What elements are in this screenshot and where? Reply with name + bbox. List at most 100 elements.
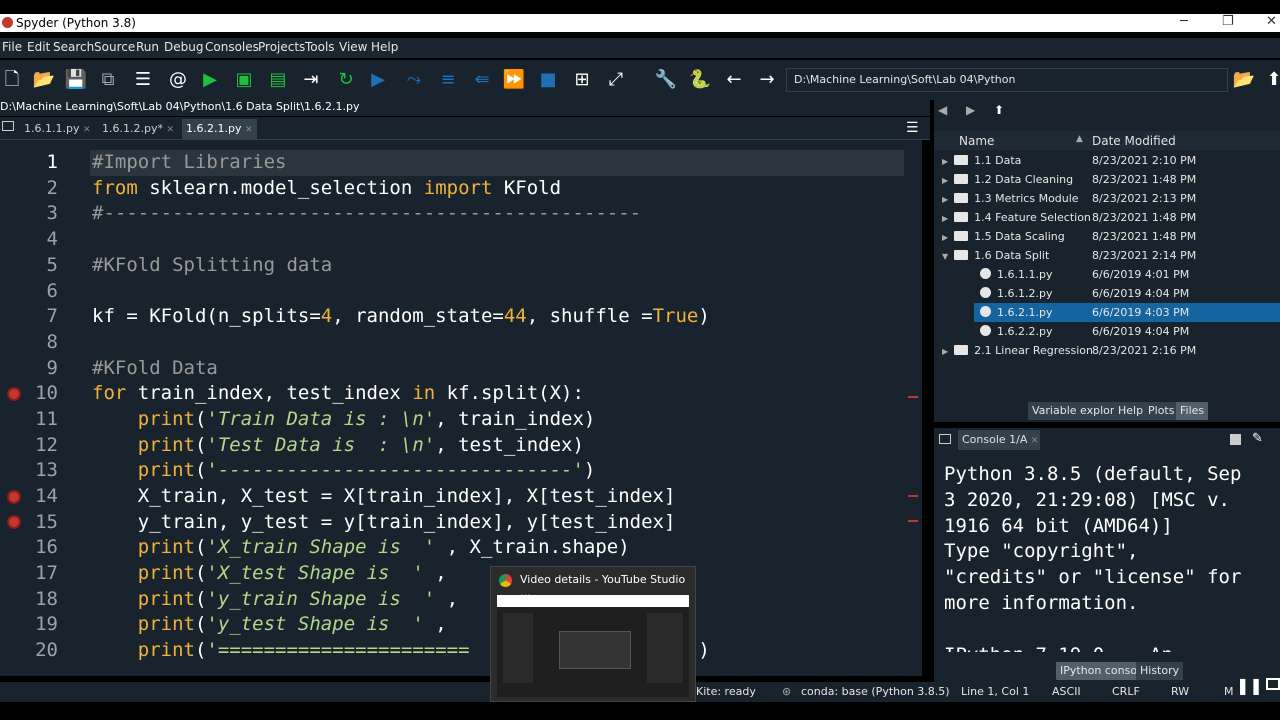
fullscreen-video-icon[interactable] [1266,678,1280,690]
run-cell-icon[interactable]: ▣ [232,68,256,92]
tree-row[interactable]: ▶ 1.5 Data Scaling [942,227,1065,246]
stop-console-icon[interactable] [1230,434,1241,445]
menu-view[interactable]: View [339,40,367,54]
expand-icon[interactable]: ▶ [942,214,948,223]
line-number: 13 [35,459,58,481]
run-icon[interactable]: ▶ [198,68,222,92]
at-icon[interactable]: @ [166,68,190,92]
expand-icon[interactable]: ▶ [942,176,948,185]
console-output[interactable]: Python 3.8.5 (default, Sep 3 2020, 21:29:… [944,462,1280,652]
folder-icon [954,345,969,355]
tab-plots[interactable]: Plots [1144,402,1179,420]
menu-source[interactable]: Source [94,40,135,54]
menu-tools[interactable]: Tools [305,40,335,54]
list-icon[interactable]: ☰ [131,68,155,92]
python-path-icon[interactable]: 🐍 [688,68,712,92]
step-icon[interactable]: ⤳ [402,68,426,92]
menu-consoles[interactable]: Consoles [205,40,259,54]
tree-row-date: 6/6/2019 4:04 PM [1092,287,1190,300]
fullscreen-icon[interactable]: ⤢ [604,68,628,92]
browse-consoles-icon[interactable] [939,434,951,444]
expand-icon[interactable]: ▶ [942,347,948,356]
tree-row[interactable]: 1.6.1.1.py [980,265,1052,284]
line-number: 15 [35,511,58,533]
editor-options-menu-icon[interactable]: ☰ [906,120,919,136]
rerun-icon[interactable]: ↻ [334,68,358,92]
step-return-icon[interactable]: ⇚ [470,68,494,92]
close-icon[interactable]: ✕ [83,125,91,135]
tab-1-6-2-1[interactable]: 1.6.2.1.py ✕ [182,119,257,139]
menu-search[interactable]: Search [53,40,94,54]
menu-projects[interactable]: Projects [258,40,305,54]
code-line-13: print('-------------------------------') [137,459,596,481]
tree-row[interactable]: 1.6.2.2.py [980,322,1052,341]
line-number: 17 [35,562,58,584]
browse-tabs-icon[interactable] [2,121,14,131]
expand-icon[interactable]: ▶ [942,195,948,204]
tab-console-1a[interactable]: Console 1/A ✕ [958,430,1040,450]
close-window-button[interactable]: ✕ [1266,14,1277,29]
close-icon[interactable]: ✕ [1031,436,1039,446]
line-number: 6 [46,280,58,302]
window-thumbnail[interactable] [497,595,689,697]
tree-row[interactable]: 1.6.2.1.py [980,303,1052,322]
step-into-icon[interactable]: ≡ [436,68,460,92]
back-arrow-icon[interactable]: ← [722,68,746,92]
tree-row[interactable]: ▼ 1.6 Data Split [942,246,1049,265]
menu-file[interactable]: File [2,40,22,54]
debug-icon[interactable]: ▶ [366,68,390,92]
expand-icon[interactable]: ▶ [942,233,948,242]
column-header-date[interactable]: Date Modified [1092,134,1176,148]
tree-row[interactable]: ▶ 2.1 Linear Regression [942,341,1093,360]
tree-row[interactable]: ▶ 1.1 Data [942,151,1021,170]
tree-row-date: 8/23/2021 2:14 PM [1092,249,1197,262]
save-icon[interactable]: 💾 [64,68,88,92]
tab-history[interactable]: History [1136,662,1184,680]
line-number: 18 [35,588,58,610]
working-directory-input[interactable]: D:\Machine Learning\Soft\Lab 04\Python [786,68,1228,92]
continue-icon[interactable]: ⏩ [502,68,526,92]
breakpoint-icon[interactable] [7,515,21,529]
tab-1-6-1-2[interactable]: 1.6.1.2.py* ✕ [98,119,178,139]
collapse-icon[interactable]: ▼ [942,252,948,261]
breakpoint-icon[interactable] [7,490,21,504]
column-header-name[interactable]: Name [959,134,994,148]
up-icon[interactable]: ⬆ [994,103,1004,117]
parent-directory-icon[interactable]: ⬆ [1262,68,1280,92]
breakpoint-icon[interactable] [7,387,21,401]
new-file-icon[interactable]: 🗋 [0,68,24,92]
maximize-pane-icon[interactable]: ⊞ [570,68,594,92]
menu-edit[interactable]: Edit [27,40,50,54]
tree-row-name: 1.6.1.2.py [997,287,1053,300]
run-cell-advance-icon[interactable]: ▤ [266,68,290,92]
forward-icon[interactable]: ▶ [966,103,975,117]
clear-console-icon[interactable]: ✎ [1252,431,1263,446]
run-selection-icon[interactable]: ⇥ [299,68,323,92]
tree-row[interactable]: 1.6.1.2.py [980,284,1052,303]
minimize-button[interactable]: ─ [1180,14,1188,29]
back-icon[interactable]: ◀ [938,103,947,117]
open-file-icon[interactable]: 📂 [32,68,56,92]
menu-help[interactable]: Help [371,40,398,54]
close-icon[interactable]: ✕ [245,125,253,135]
tab-files[interactable]: Files [1176,402,1209,420]
preferences-wrench-icon[interactable]: 🔧 [654,68,678,92]
tree-row[interactable]: ▶ 1.4 Feature Selection [942,208,1091,227]
menu-run[interactable]: Run [136,40,159,54]
tab-help[interactable]: Help [1114,402,1148,420]
expand-icon[interactable]: ▶ [942,157,948,166]
tree-row-date: 8/23/2021 1:48 PM [1092,173,1197,186]
taskbar-preview-popup[interactable]: Video details - YouTube Studio ... [490,566,696,702]
tree-row[interactable]: ▶ 1.3 Metrics Module [942,189,1079,208]
forward-arrow-icon[interactable]: → [755,68,779,92]
python-file-icon [980,287,991,298]
stop-debug-icon[interactable]: ■ [536,68,560,92]
pause-icon[interactable]: ❚❚ [1236,676,1263,695]
tree-row[interactable]: ▶ 1.2 Data Cleaning [942,170,1073,189]
close-icon[interactable]: ✕ [166,125,174,135]
browse-folder-icon[interactable]: 📂 [1232,68,1256,92]
save-all-icon[interactable]: ⧉ [96,68,120,92]
menu-debug[interactable]: Debug [164,40,203,54]
tab-1-6-1-1[interactable]: 1.6.1.1.py ✕ [20,119,95,139]
maximize-button[interactable]: ❐ [1222,14,1234,29]
